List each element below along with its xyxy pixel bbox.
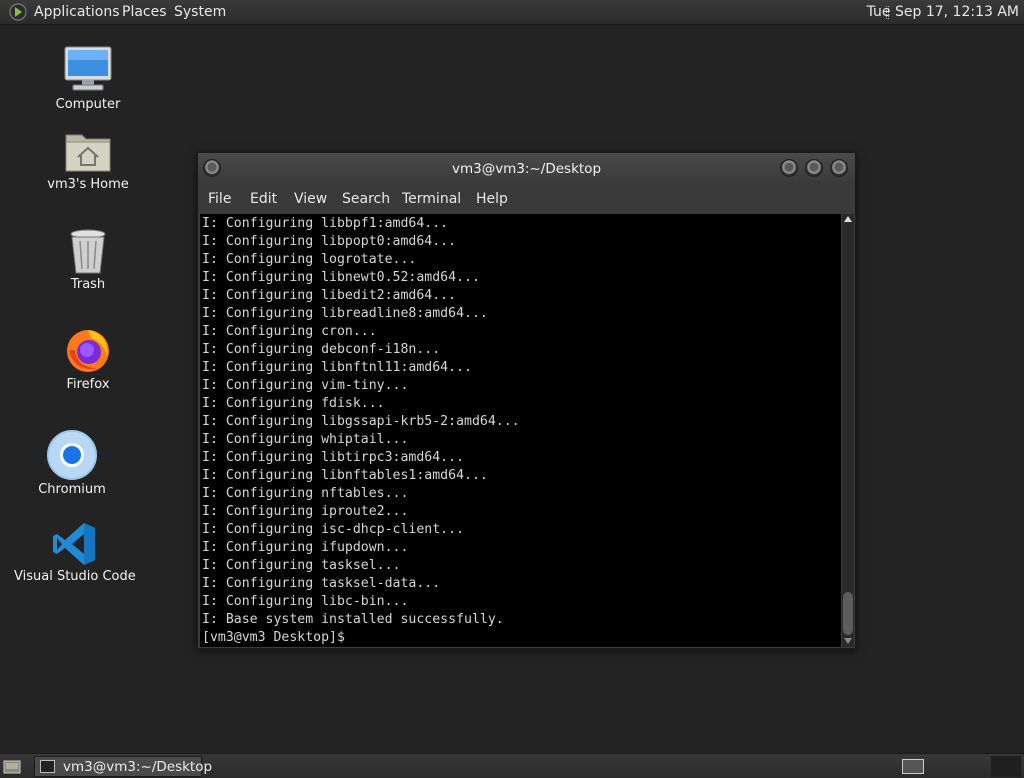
terminal-line: I: Configuring nftables... (202, 486, 409, 501)
maximize-button[interactable] (805, 159, 823, 177)
terminal-line: [vm3@vm3 Desktop]$ (202, 630, 345, 645)
terminal-line: I: Configuring ifupdown... (202, 540, 409, 555)
menu-search[interactable]: Search (342, 191, 390, 207)
desktop-icon-vscode[interactable]: Visual Studio Code (14, 520, 136, 590)
terminal-line: I: Configuring cron... (202, 324, 377, 339)
home-folder-icon (65, 134, 111, 172)
terminal-line: I: Configuring logrotate... (202, 252, 417, 267)
terminal-icon (40, 760, 55, 773)
taskbar-item-label: vm3@vm3:~/Desktop (63, 759, 213, 775)
terminal-line: I: Configuring libedit2:amd64... (202, 288, 457, 303)
terminal-line: I: Configuring vim-tiny... (202, 378, 409, 393)
terminal-line: I: Configuring isc-dhcp-client... (202, 522, 465, 537)
terminal-line: I: Configuring iproute2... (202, 504, 409, 519)
scroll-up-arrow-icon[interactable] (844, 216, 852, 222)
top-panel: Applications Places System Tue Sep 17, 1… (0, 0, 1024, 25)
scroll-down-arrow-icon[interactable] (844, 638, 852, 644)
menu-help[interactable]: Help (476, 191, 508, 207)
workspace-switcher[interactable] (902, 759, 924, 774)
terminal-line: I: Configuring tasksel... (202, 558, 401, 573)
terminal-scrollbar[interactable] (842, 214, 854, 647)
terminal-line: I: Configuring libpopt0:amd64... (202, 234, 457, 249)
bottom-panel: vm3@vm3:~/Desktop (0, 753, 1024, 778)
terminal-output[interactable]: I: Configuring libbpf1:amd64... I: Config… (200, 214, 841, 647)
desktop-icon-chromium[interactable]: Chromium (36, 428, 108, 500)
computer-icon (64, 46, 112, 91)
terminal-line: I: Configuring libnftnl11:amd64... (202, 360, 472, 375)
terminal-line: I: Configuring libnftables1:amd64... (202, 468, 488, 483)
terminal-line: I: Configuring whiptail... (202, 432, 409, 447)
desktop-icon-home[interactable]: vm3's Home (40, 126, 136, 198)
terminal-line: I: Configuring libnewt0.52:amd64... (202, 270, 480, 285)
terminal-line: I: Configuring libreadline8:amd64... (202, 306, 488, 321)
terminal-line: I: Configuring libgssapi-krb5-2:amd64... (202, 414, 520, 429)
window-title: vm3@vm3:~/Desktop (451, 161, 602, 177)
clock[interactable]: Tue Sep 17, 12:13 AM (867, 4, 1019, 20)
vscode-icon (53, 523, 95, 565)
terminal-line: I: Configuring libtirpc3:amd64... (202, 450, 465, 465)
minimize-button[interactable] (780, 159, 798, 177)
close-button[interactable] (830, 159, 848, 177)
taskbar-item-terminal[interactable]: vm3@vm3:~/Desktop (34, 756, 212, 777)
show-desktop-icon[interactable] (3, 759, 21, 774)
desktop-icon-trash[interactable]: Trash (50, 228, 126, 298)
desktop-icon-label: Chromium (38, 482, 106, 497)
desktop-icon-label: Computer (55, 97, 121, 112)
trash-icon (70, 229, 106, 274)
menu-file[interactable]: File (208, 191, 231, 207)
menu-terminal[interactable]: Terminal (402, 191, 461, 207)
firefox-icon (67, 330, 109, 372)
desktop-icon-label: Firefox (66, 377, 110, 392)
applications-menu[interactable]: Applications (34, 4, 120, 20)
terminal-line: I: Configuring libbpf1:amd64... (202, 216, 449, 231)
desktop-icon-label: vm3's Home (47, 177, 129, 192)
terminal-line: I: Configuring libc-bin... (202, 594, 409, 609)
system-menu[interactable]: System (174, 4, 226, 20)
terminal-line: I: Base system installed successfully. (202, 612, 504, 627)
chromium-icon (47, 430, 97, 480)
desktop-icon-label: Visual Studio Code (14, 569, 136, 584)
desktop-icon-computer[interactable]: Computer (50, 44, 126, 116)
applications-logo-icon[interactable] (9, 3, 27, 21)
terminal-line: I: Configuring fdisk... (202, 396, 385, 411)
desktop-icon-firefox[interactable]: Firefox (50, 326, 126, 396)
menu-view[interactable]: View (294, 191, 327, 207)
terminal-window[interactable]: vm3@vm3:~/Desktop File Edit View Search … (197, 152, 856, 649)
places-menu[interactable]: Places (122, 4, 167, 20)
notification-area (991, 756, 1021, 777)
window-titlebar[interactable]: vm3@vm3:~/Desktop (198, 153, 855, 184)
terminal-menubar: File Edit View Search Terminal Help (198, 184, 855, 213)
terminal-lines: I: Configuring libbpf1:amd64... I: Config… (202, 215, 520, 647)
terminal-line: I: Configuring debconf-i18n... (202, 342, 441, 357)
terminal-line: I: Configuring tasksel-data... (202, 576, 441, 591)
menu-edit[interactable]: Edit (250, 191, 277, 207)
scrollbar-thumb[interactable] (843, 592, 853, 635)
desktop-icon-label: Trash (70, 277, 106, 292)
